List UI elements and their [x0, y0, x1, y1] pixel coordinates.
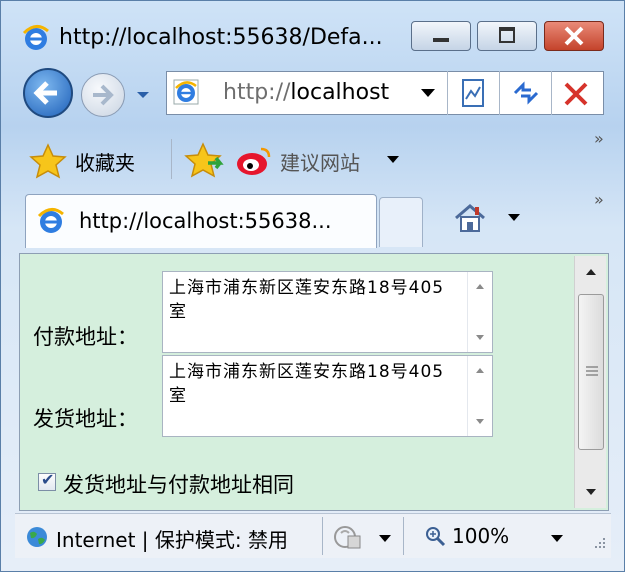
- address-text[interactable]: http://localhost: [223, 80, 389, 105]
- add-to-favorites-icon[interactable]: [184, 141, 226, 181]
- same-address-checkbox[interactable]: ✔: [38, 470, 56, 491]
- page-scroll-down-icon[interactable]: [585, 488, 597, 496]
- payment-address-scrollbar[interactable]: [467, 272, 492, 352]
- recent-pages-dropdown-icon[interactable]: [135, 89, 151, 101]
- suggested-sites-dropdown-icon[interactable]: [385, 154, 401, 166]
- popup-dropdown-icon[interactable]: [377, 533, 393, 545]
- minimize-icon: [433, 38, 449, 42]
- forward-arrow-icon: [93, 84, 114, 106]
- scroll-down-arrow-icon[interactable]: [476, 419, 484, 424]
- shipping-address-label: 发货地址：: [33, 407, 138, 431]
- same-address-checkbox-label[interactable]: 发货地址与付款地址相同: [63, 469, 294, 499]
- zoom-level[interactable]: 100%: [452, 524, 509, 548]
- zoom-dropdown-icon[interactable]: [549, 533, 565, 545]
- forward-button[interactable]: [81, 73, 125, 117]
- status-separator-2: [403, 517, 404, 555]
- home-dropdown-icon[interactable]: [506, 212, 522, 224]
- nav-separator-2: [551, 71, 552, 115]
- maximize-button[interactable]: [477, 21, 537, 51]
- window-title: http://localhost:55638/Defa...: [59, 25, 383, 50]
- minimize-button[interactable]: [411, 21, 471, 51]
- new-tab-button[interactable]: [379, 197, 423, 247]
- page-scroll-thumb[interactable]: [578, 294, 604, 450]
- page-scroll-up-icon[interactable]: [585, 268, 597, 276]
- browser-window: http://localhost:55638/Defa... http://lo…: [0, 0, 625, 572]
- favorites-label[interactable]: 收藏夹: [75, 147, 135, 176]
- address-scheme: http://: [223, 80, 291, 105]
- favorites-star-icon[interactable]: [29, 143, 67, 179]
- shipping-address-text[interactable]: 上海市浦东新区莲安东路18号405室: [169, 360, 461, 408]
- checkmark-icon: ✔: [41, 470, 55, 489]
- back-button[interactable]: [23, 68, 73, 118]
- address-separator: [447, 71, 448, 115]
- grip-icon: [586, 366, 598, 376]
- maximize-icon: [499, 27, 515, 43]
- weibo-icon: [237, 147, 271, 175]
- nav-separator-1: [499, 71, 500, 115]
- address-dropdown-icon[interactable]: [419, 87, 437, 99]
- back-arrow-icon: [33, 81, 57, 105]
- refresh-icon[interactable]: [509, 79, 543, 107]
- close-icon: [564, 26, 584, 46]
- scroll-up-arrow-icon[interactable]: [476, 284, 484, 289]
- favorites-separator: [171, 139, 172, 179]
- tab-ie-icon: [37, 208, 64, 233]
- address-host: localhost: [290, 80, 390, 105]
- suggested-sites-link[interactable]: 建议网站: [280, 147, 360, 176]
- shipping-address-scrollbar[interactable]: [467, 356, 492, 436]
- payment-address-label: 付款地址：: [33, 325, 138, 349]
- shipping-address-textarea[interactable]: 上海市浦东新区莲安东路18号405室: [162, 355, 493, 437]
- resize-grip-icon[interactable]: [591, 536, 607, 552]
- close-window-button[interactable]: [544, 21, 604, 51]
- security-zone-text[interactable]: Internet | 保护模式: 禁用: [56, 524, 318, 553]
- ie-logo-icon: [22, 25, 49, 50]
- favorites-overflow-chevron-icon[interactable]: »: [594, 129, 604, 148]
- page-vertical-scrollbar[interactable]: [574, 256, 606, 508]
- scroll-down-arrow-icon[interactable]: [476, 335, 484, 340]
- payment-address-text[interactable]: 上海市浦东新区莲安东路18号405室: [169, 276, 461, 324]
- page-ie-icon: [173, 79, 199, 105]
- internet-globe-icon: [27, 527, 47, 547]
- tab-title: http://localhost:55638...: [79, 209, 332, 233]
- stop-icon[interactable]: [561, 79, 591, 109]
- scroll-up-arrow-icon[interactable]: [476, 368, 484, 373]
- zoom-magnifier-icon[interactable]: [424, 525, 446, 547]
- compatibility-view-icon[interactable]: [459, 77, 489, 109]
- payment-address-textarea[interactable]: 上海市浦东新区莲安东路18号405室: [162, 271, 493, 353]
- tab-overflow-chevron-icon[interactable]: »: [594, 190, 604, 209]
- popup-blocker-icon[interactable]: [331, 523, 363, 551]
- status-separator-1: [322, 517, 323, 555]
- home-icon[interactable]: [453, 202, 487, 234]
